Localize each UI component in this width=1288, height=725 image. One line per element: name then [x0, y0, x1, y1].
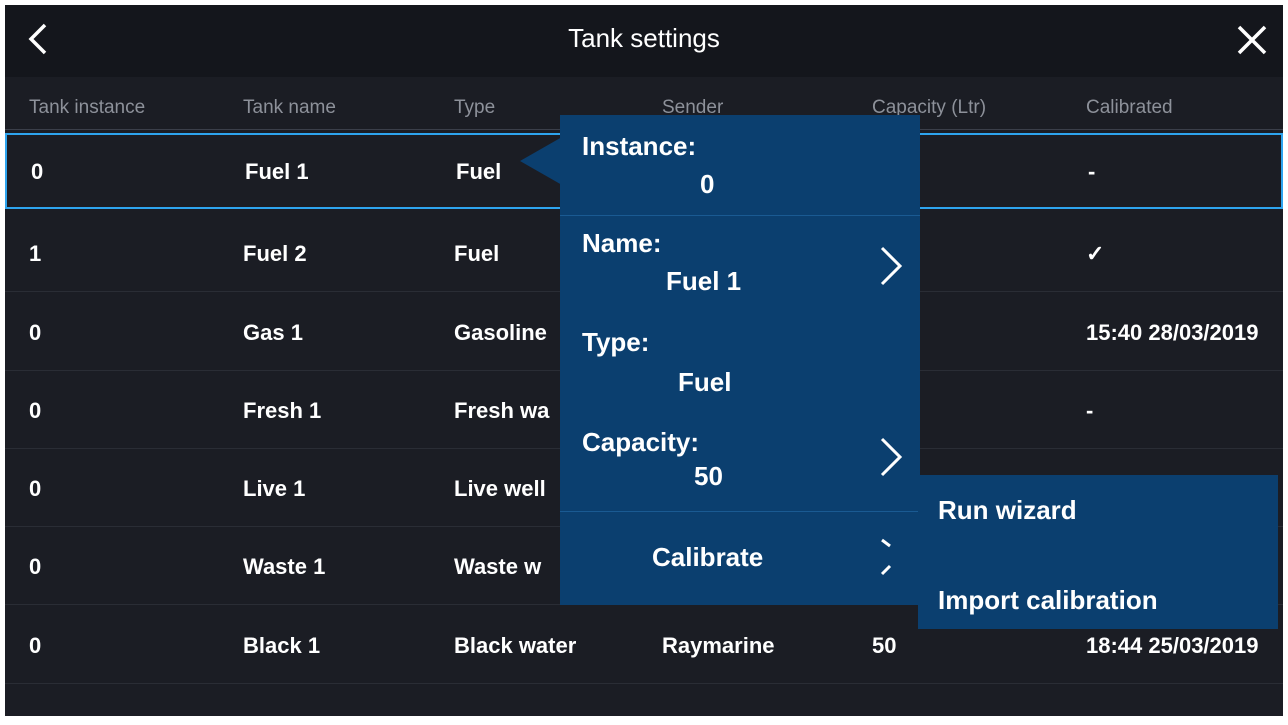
cell-name: Live 1: [243, 476, 306, 501]
name-value: Fuel 1: [666, 266, 742, 296]
title-bar: Tank settings: [5, 5, 1283, 77]
cell-type: Fuel: [456, 159, 502, 184]
close-icon: [1237, 25, 1267, 55]
name-item[interactable]: Name: Fuel 1: [560, 216, 920, 314]
instance-value: 0: [700, 169, 715, 199]
cell-instance: 0: [29, 633, 42, 658]
cell-type: Live well: [454, 476, 546, 501]
cell-type: Fresh wa: [454, 398, 550, 423]
cell-type: Gasoline: [454, 320, 547, 345]
calibrate-submenu: Run wizard Import calibration: [918, 475, 1278, 629]
cell-name: Waste 1: [243, 554, 326, 579]
column-header-calibrated: Calibrated: [1086, 97, 1173, 118]
tank-settings-screen: Tank settings Tank instance Tank name Ty…: [5, 5, 1283, 716]
type-item: Type: Fuel: [560, 315, 920, 413]
instance-label: Instance:: [582, 131, 697, 161]
cell-type: Black water: [454, 633, 577, 658]
cell-sender: Raymarine: [662, 633, 775, 658]
run-wizard-item[interactable]: Run wizard: [938, 495, 1077, 526]
calibrate-item[interactable]: Calibrate: [560, 512, 920, 605]
column-header-name: Tank name: [243, 97, 336, 118]
cell-instance: 0: [31, 159, 44, 184]
cell-name: Fresh 1: [243, 398, 322, 423]
cell-name: Fuel 1: [245, 159, 309, 184]
chevron-right-icon: [880, 246, 903, 286]
cell-instance: 0: [29, 476, 42, 501]
cell-instance: 0: [29, 320, 42, 345]
cell-type: Waste w: [454, 554, 542, 579]
instance-item: Instance: 0: [560, 115, 920, 215]
column-header-instance: Tank instance: [29, 97, 146, 118]
cell-calibrated: -: [1086, 398, 1094, 423]
page-title: Tank settings: [568, 23, 720, 53]
cell-name: Fuel 2: [243, 241, 307, 266]
cell-instance: 1: [29, 241, 42, 266]
type-value: Fuel: [678, 367, 732, 397]
tank-edit-popup: Instance: 0 Name: Fuel 1 Type: Fuel Capa…: [560, 115, 920, 605]
type-label: Type:: [582, 327, 650, 357]
column-header-type: Type: [454, 97, 496, 118]
chevron-right-icon: [880, 538, 892, 576]
capacity-value: 50: [694, 461, 723, 491]
cell-name: Black 1: [243, 633, 321, 658]
cell-instance: 0: [29, 554, 42, 579]
popup-pointer: [520, 137, 562, 185]
cell-type: Fuel: [454, 241, 500, 266]
cell-calibrated: 18:44 25/03/2019: [1086, 633, 1259, 658]
capacity-item[interactable]: Capacity: 50: [560, 415, 920, 511]
calibrate-label: Calibrate: [652, 542, 764, 572]
cell-capacity: 50: [872, 633, 897, 658]
cell-instance: 0: [29, 398, 42, 423]
close-button[interactable]: [1233, 21, 1273, 61]
cell-calibrated: 15:40 28/03/2019: [1086, 320, 1259, 345]
capacity-label: Capacity:: [582, 427, 700, 457]
import-calibration-item[interactable]: Import calibration: [938, 585, 1158, 616]
cell-calibrated: ✓: [1086, 241, 1105, 266]
cell-name: Gas 1: [243, 320, 303, 345]
cell-calibrated: -: [1088, 159, 1096, 184]
name-label: Name:: [582, 228, 662, 258]
chevron-right-icon: [880, 437, 903, 477]
